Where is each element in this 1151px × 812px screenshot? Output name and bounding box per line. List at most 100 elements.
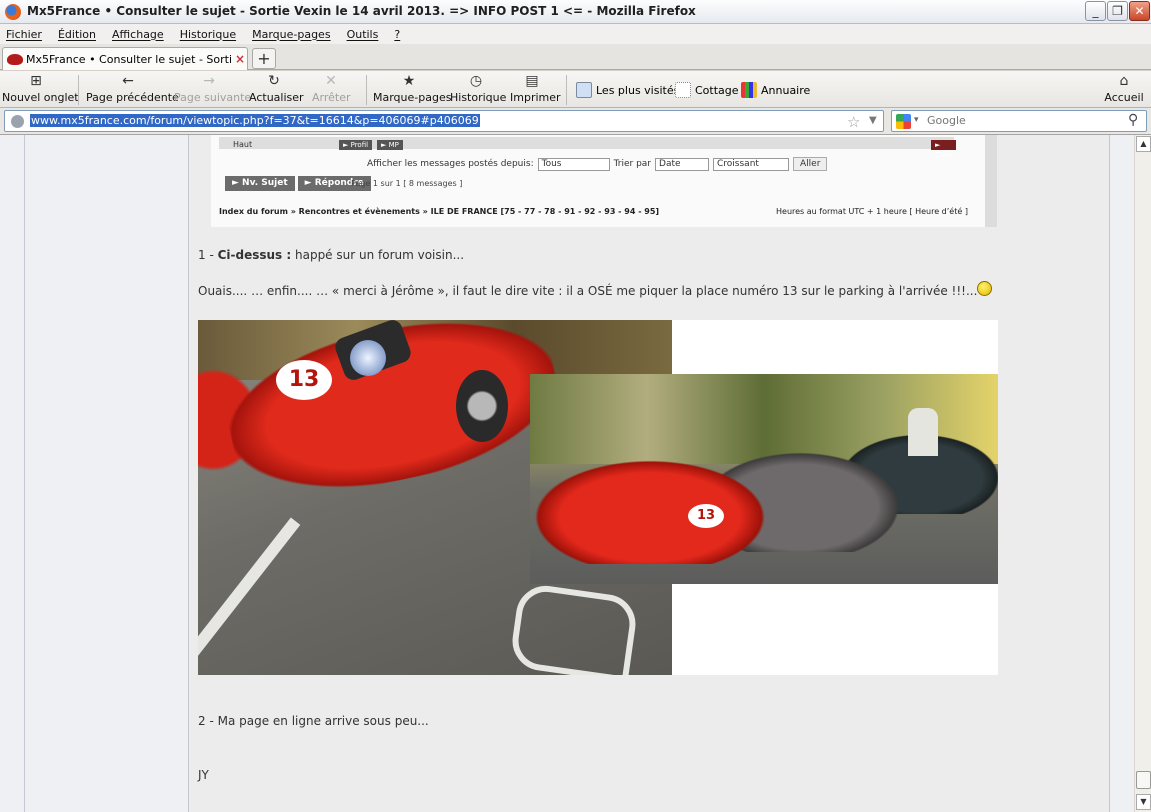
annuaire-icon xyxy=(741,82,757,98)
new-tab-icon: ⊞ xyxy=(30,73,42,89)
photo-wheel xyxy=(456,370,508,442)
home-icon: ⌂ xyxy=(1119,73,1129,89)
back-button[interactable]: ← Page précédente xyxy=(86,73,179,106)
quoted-mp: ► MP xyxy=(377,140,403,150)
toolbar-separator xyxy=(366,75,367,105)
quoted-breadcrumb: Index du forum » Rencontres et évènement… xyxy=(219,207,660,216)
post-line-2: Ouais.... … enfin.... … « merci à Jérôme… xyxy=(198,284,978,298)
bookmarks-star-icon: ★ xyxy=(402,73,416,89)
bookmark-cottage[interactable]: Cottage xyxy=(675,81,739,99)
toolbar-separator xyxy=(566,75,567,105)
menu-historique[interactable]: Historique xyxy=(180,28,236,41)
new-tab-button[interactable]: + xyxy=(252,48,276,69)
mx5-favicon-icon xyxy=(7,53,23,65)
maximize-button[interactable]: ❐ xyxy=(1107,1,1128,21)
minimize-button[interactable]: _ xyxy=(1085,1,1106,21)
bookmark-label: Cottage xyxy=(695,83,739,97)
page-content: Haut ► Profil ► MP ► Citer Afficher les … xyxy=(0,135,1134,812)
quoted-filter-label: Afficher les messages postés depuis: xyxy=(367,159,534,169)
headlight-glass xyxy=(350,340,386,376)
stop-button[interactable]: ✕ Arrêter xyxy=(312,73,351,106)
search-input[interactable] xyxy=(927,114,1127,127)
print-button[interactable]: ▤ Imprimer xyxy=(510,73,561,106)
post-line-1-bold: Ci-dessus : xyxy=(217,248,292,262)
bookmark-most-visited[interactable]: Les plus visités xyxy=(576,81,679,99)
parking-number-marking xyxy=(508,582,640,675)
quoted-action-buttons: ► Nv. Sujet ► Répondre xyxy=(225,176,371,191)
menu-affichage[interactable]: Affichage xyxy=(112,28,164,41)
race-number-roundel-small: 13 xyxy=(688,504,724,528)
quoted-sort-select: Date xyxy=(655,157,710,171)
parking-line xyxy=(198,517,301,675)
menu-help[interactable]: ? xyxy=(394,28,400,41)
print-label: Imprimer xyxy=(510,91,561,104)
scroll-up-button[interactable]: ▲ xyxy=(1136,136,1151,152)
url-dropdown-icon[interactable]: ▼ xyxy=(869,115,877,126)
reload-label: Actualiser xyxy=(249,91,304,104)
tab-mx5france[interactable]: Mx5France • Consulter le sujet - Sortie … xyxy=(2,47,248,70)
back-label: Page précédente xyxy=(86,91,179,104)
history-clock-icon: ◷ xyxy=(469,73,483,89)
most-visited-icon xyxy=(576,82,592,98)
quoted-new-topic: ► Nv. Sujet xyxy=(225,176,295,191)
bookmarks-label: Marque-pages xyxy=(373,91,452,104)
home-button[interactable]: ⌂ Accueil xyxy=(1103,73,1145,106)
forward-button[interactable]: → Page suivante xyxy=(174,73,251,106)
left-border xyxy=(24,135,25,812)
tab-close-icon[interactable]: × xyxy=(235,52,245,66)
quoted-filter-row: Afficher les messages postés depuis: Tou… xyxy=(367,157,828,171)
post-line-3: 2 - Ma page en ligne arrive sous peu... xyxy=(198,714,429,728)
engine-dropdown-icon[interactable]: ▾ xyxy=(914,115,919,125)
quoted-header-row: Haut ► Profil ► MP ► Citer xyxy=(219,137,956,159)
photo-person xyxy=(908,408,938,456)
quoted-pagination: Page 1 sur 1 [ 8 messages ] xyxy=(351,179,463,188)
menu-fichier[interactable]: Fichier xyxy=(6,28,42,41)
scroll-down-button[interactable]: ▼ xyxy=(1136,794,1151,810)
bookmark-star-icon[interactable]: ☆ xyxy=(847,113,860,131)
menu-bar: Fichier Édition Affichage Historique Mar… xyxy=(0,24,1151,44)
menu-outils[interactable]: Outils xyxy=(347,28,379,41)
reload-button[interactable]: ↻ Actualiser xyxy=(249,73,304,106)
quoted-go-button: Aller xyxy=(793,157,828,171)
bookmarks-button[interactable]: ★ Marque-pages xyxy=(373,73,451,106)
quoted-citer: ► Citer xyxy=(931,140,956,159)
scrollbar-thumb[interactable] xyxy=(1136,771,1151,789)
bookmark-label: Annuaire xyxy=(761,83,811,97)
forward-arrow-icon: → xyxy=(203,73,215,89)
quoted-timezone: Heures au format UTC + 1 heure [ Heure d… xyxy=(776,207,968,216)
photo-three-mx5[interactable]: 13 xyxy=(530,374,998,584)
menu-marque-pages[interactable]: Marque-pages xyxy=(252,28,330,41)
search-bar[interactable]: ▾ ⚲ xyxy=(891,110,1147,132)
vertical-scrollbar[interactable]: ▲ ▼ xyxy=(1134,135,1151,812)
reload-icon: ↻ xyxy=(268,73,280,89)
new-tab-toolbar-button[interactable]: ⊞ Nouvel onglet xyxy=(2,73,79,106)
address-text[interactable]: www.mx5france.com/forum/viewtopic.php?f=… xyxy=(30,114,480,127)
new-tab-label: Nouvel onglet xyxy=(2,91,79,104)
menu-edition[interactable]: Édition xyxy=(58,28,96,41)
back-arrow-icon: ← xyxy=(122,73,134,89)
post-signature: JY xyxy=(198,768,209,782)
stop-label: Arrêter xyxy=(312,91,351,104)
window-title: Mx5France • Consulter le sujet - Sortie … xyxy=(27,4,696,18)
printer-icon: ▤ xyxy=(525,73,539,89)
bookmark-annuaire[interactable]: Annuaire xyxy=(741,81,810,99)
magnifier-icon[interactable]: ⚲ xyxy=(1128,112,1138,128)
quoted-profil: ► Profil xyxy=(339,140,373,150)
post-line-1-prefix: 1 - xyxy=(198,248,218,262)
toolbar-separator xyxy=(78,75,79,105)
quoted-forum-screenshot: Haut ► Profil ► MP ► Citer Afficher les … xyxy=(211,135,997,227)
photo-collage: 13 13 xyxy=(198,320,998,675)
quoted-sort-label: Trier par xyxy=(613,159,652,169)
photo-red-mx5-small xyxy=(534,460,766,564)
post-line-1: 1 - Ci-dessus : happé sur un forum voisi… xyxy=(198,248,464,262)
google-icon[interactable] xyxy=(896,114,911,129)
firefox-logo-icon xyxy=(5,4,21,20)
home-label: Accueil xyxy=(1104,91,1144,104)
close-window-button[interactable]: ✕ xyxy=(1129,1,1150,21)
page-icon xyxy=(675,82,691,98)
navigation-toolbar: ⊞ Nouvel onglet ← Page précédente → Page… xyxy=(0,71,1151,108)
history-button[interactable]: ◷ Historique xyxy=(450,73,506,106)
tab-bar: Mx5France • Consulter le sujet - Sortie … xyxy=(0,44,1151,70)
history-label: Historique xyxy=(450,91,507,104)
address-bar[interactable]: www.mx5france.com/forum/viewtopic.php?f=… xyxy=(4,110,884,132)
